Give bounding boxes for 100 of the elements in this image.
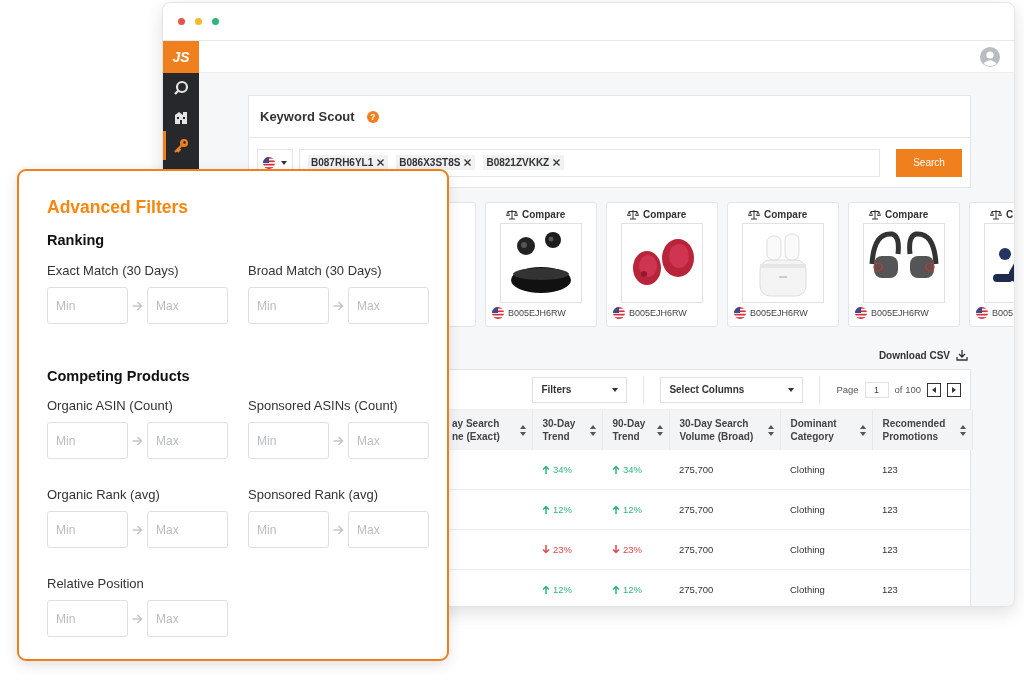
- up-arrow-icon: [612, 585, 620, 594]
- max-field[interactable]: Max: [147, 600, 228, 637]
- table-cell: 123: [882, 584, 898, 595]
- scale-icon: [506, 209, 518, 220]
- page-total: of 100: [894, 384, 921, 395]
- table-cell: Clothing: [790, 584, 825, 595]
- compare-button[interactable]: Compare: [748, 209, 808, 220]
- search-icon: [173, 79, 189, 96]
- asin-label: B005EJH6RW: [871, 308, 929, 318]
- field-label: Sponsored ASINs (Count): [248, 398, 399, 414]
- scale-icon: [627, 209, 639, 220]
- table-cell: 275,700: [679, 464, 714, 475]
- arrow-icon: [132, 524, 143, 535]
- up-arrow-icon: [542, 585, 550, 594]
- min-field[interactable]: Min: [248, 511, 329, 548]
- page-number-field[interactable]: 1: [864, 381, 889, 398]
- down-arrow-icon: [612, 545, 620, 554]
- sort-icon[interactable]: [519, 424, 526, 436]
- compare-button[interactable]: C: [990, 209, 1014, 220]
- scale-icon: [990, 209, 1002, 220]
- min-field[interactable]: Min: [248, 287, 329, 324]
- sort-icon[interactable]: [859, 424, 866, 436]
- scale-icon: [869, 209, 881, 220]
- max-field[interactable]: Max: [147, 287, 228, 324]
- arrow-icon: [132, 613, 143, 624]
- page-label: Page: [836, 384, 859, 395]
- table-cell: Clothing: [790, 504, 825, 515]
- asin-label: B005EJH6RW: [508, 308, 566, 318]
- close-icon[interactable]: [376, 158, 386, 167]
- download-icon[interactable]: [956, 349, 968, 361]
- up-arrow-icon: [612, 505, 620, 514]
- flag-icon: [734, 307, 746, 319]
- page-title: Keyword Scout: [260, 109, 355, 124]
- column-header: Recomended Promotions: [882, 417, 946, 443]
- field-label: Exact Match (30 Days): [47, 263, 180, 279]
- field-label: Organic Rank (avg): [47, 487, 161, 503]
- max-field[interactable]: Max: [348, 422, 429, 459]
- table-cell: 123: [882, 464, 898, 475]
- arrow-icon: [132, 300, 143, 311]
- asin-label: B005EJH6RW: [629, 308, 687, 318]
- sort-icon[interactable]: [767, 424, 774, 436]
- min-field[interactable]: Min: [47, 600, 128, 637]
- column-header: 90-Day Trend: [612, 417, 646, 443]
- filters-dropdown[interactable]: Filters: [532, 376, 628, 403]
- arrow-icon: [333, 524, 344, 535]
- trend-value: 23%: [623, 544, 642, 555]
- sort-icon[interactable]: [589, 424, 596, 436]
- window-control[interactable]: [212, 18, 219, 25]
- close-icon[interactable]: [552, 158, 562, 167]
- flag-icon: [613, 307, 625, 319]
- arrow-icon: [333, 300, 344, 311]
- max-field[interactable]: Max: [147, 422, 228, 459]
- sort-icon[interactable]: [959, 424, 966, 436]
- sort-icon[interactable]: [656, 424, 663, 436]
- field-label: Relative Position: [47, 576, 145, 592]
- down-arrow-icon: [542, 545, 550, 554]
- table-cell: Clothing: [790, 544, 825, 555]
- table-cell: 275,700: [679, 504, 714, 515]
- column-header: 30-Day Trend: [542, 417, 576, 443]
- close-icon[interactable]: [463, 158, 473, 167]
- arrow-icon: [132, 435, 143, 446]
- table-cell: 275,700: [679, 544, 714, 555]
- key-icon: [173, 137, 189, 154]
- up-arrow-icon: [542, 505, 550, 514]
- field-label: Sponsored Rank (avg): [248, 487, 380, 503]
- max-field[interactable]: Max: [348, 287, 429, 324]
- caret-icon: [612, 387, 619, 392]
- up-arrow-icon: [612, 465, 620, 474]
- max-field[interactable]: Max: [147, 511, 228, 548]
- left-triangle-icon: [931, 386, 937, 393]
- min-field[interactable]: Min: [248, 422, 329, 459]
- previous-page-button[interactable]: [927, 382, 941, 397]
- min-field[interactable]: Min: [47, 422, 128, 459]
- next-page-button[interactable]: [947, 382, 961, 397]
- column-header: ay Search ne (Exact): [452, 417, 500, 443]
- download-csv-link[interactable]: Download CSV: [878, 349, 950, 361]
- tag-label: B0821ZVKKZ: [486, 157, 550, 168]
- min-field[interactable]: Min: [47, 511, 128, 548]
- caret-icon: [281, 160, 287, 165]
- trend-value: 12%: [623, 584, 642, 595]
- select-columns-dropdown[interactable]: Select Columns: [660, 376, 804, 403]
- compare-button[interactable]: Compare: [627, 209, 687, 220]
- asin-label: B005EJH6RW: [750, 308, 808, 318]
- tag-label: B087RH6YL1: [311, 157, 374, 168]
- min-field[interactable]: Min: [47, 287, 128, 324]
- trend-value: 12%: [623, 504, 642, 515]
- compare-button[interactable]: Compare: [506, 209, 566, 220]
- tag-label: B086X3ST8S: [399, 157, 461, 168]
- arrow-icon: [333, 435, 344, 446]
- max-field[interactable]: Max: [348, 511, 429, 548]
- trend-value: 23%: [553, 544, 572, 555]
- table-cell: Clothing: [790, 464, 825, 475]
- window-control[interactable]: [178, 18, 185, 25]
- field-label: Organic ASIN (Count): [47, 398, 174, 414]
- table-cell: 123: [882, 504, 898, 515]
- compare-button[interactable]: Compare: [869, 209, 929, 220]
- field-label: Broad Match (30 Days): [248, 263, 383, 279]
- trend-value: 34%: [623, 464, 642, 475]
- scale-icon: [748, 209, 760, 220]
- flag-icon: [855, 307, 867, 319]
